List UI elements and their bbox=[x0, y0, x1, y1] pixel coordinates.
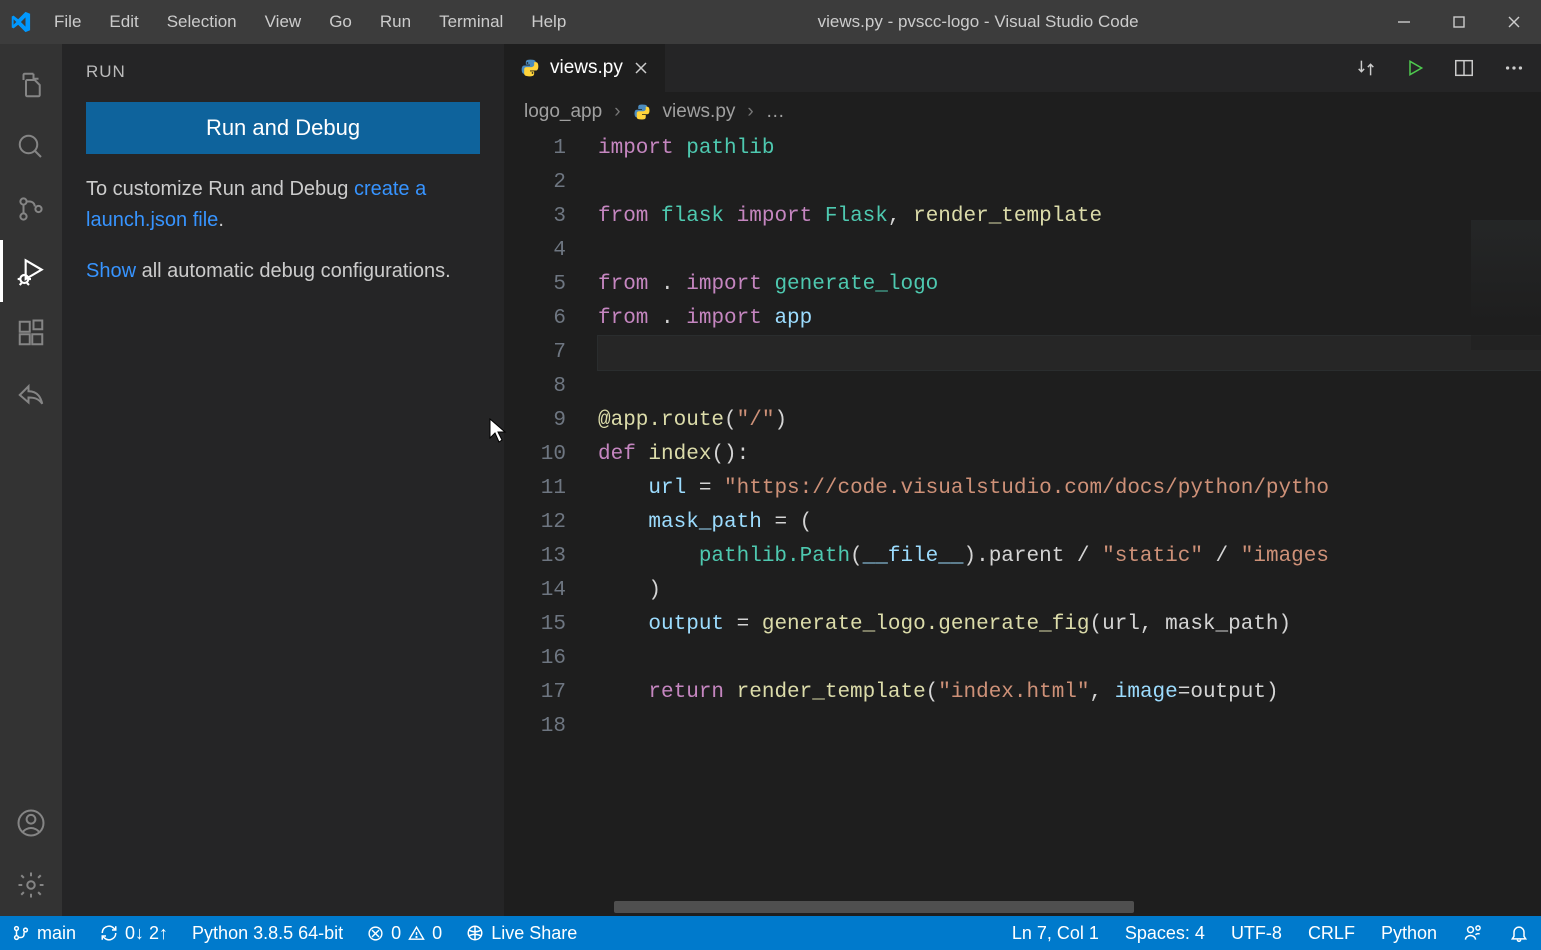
notifications-icon[interactable] bbox=[1509, 923, 1529, 943]
compare-changes-icon[interactable] bbox=[1355, 57, 1377, 79]
editor-actions bbox=[1355, 44, 1541, 92]
explorer-icon[interactable] bbox=[0, 54, 62, 116]
breadcrumbs[interactable]: logo_app › views.py › … bbox=[504, 92, 1541, 132]
tab-close-icon[interactable] bbox=[633, 60, 649, 76]
problems-status[interactable]: 0 0 bbox=[367, 923, 442, 944]
menu-bar: File Edit Selection View Go Run Terminal… bbox=[40, 12, 580, 32]
titlebar: File Edit Selection View Go Run Terminal… bbox=[0, 0, 1541, 44]
run-and-debug-button[interactable]: Run and Debug bbox=[86, 102, 480, 154]
code-editor[interactable]: 123456789101112131415161718 import pathl… bbox=[504, 132, 1541, 898]
chevron-right-icon: › bbox=[614, 101, 620, 123]
run-debug-icon[interactable] bbox=[0, 240, 62, 302]
show-configs-text: Show all automatic debug configurations. bbox=[86, 256, 480, 287]
breadcrumb-folder[interactable]: logo_app bbox=[524, 101, 602, 123]
minimize-button[interactable] bbox=[1376, 0, 1431, 44]
encoding[interactable]: UTF-8 bbox=[1231, 923, 1282, 944]
show-link[interactable]: Show bbox=[86, 260, 136, 282]
menu-view[interactable]: View bbox=[251, 12, 316, 32]
tab-bar: views.py bbox=[504, 44, 1541, 92]
close-button[interactable] bbox=[1486, 0, 1541, 44]
scrollbar-thumb[interactable] bbox=[614, 901, 1134, 913]
python-file-icon bbox=[633, 103, 651, 121]
panel-title: RUN bbox=[62, 44, 504, 92]
chevron-right-icon: › bbox=[747, 101, 753, 123]
search-icon[interactable] bbox=[0, 116, 62, 178]
menu-file[interactable]: File bbox=[40, 12, 95, 32]
breadcrumb-more[interactable]: … bbox=[766, 101, 785, 123]
menu-edit[interactable]: Edit bbox=[95, 12, 152, 32]
eol[interactable]: CRLF bbox=[1308, 923, 1355, 944]
breadcrumb-file[interactable]: views.py bbox=[663, 101, 736, 123]
minimap[interactable] bbox=[1471, 220, 1541, 350]
window-controls bbox=[1376, 0, 1541, 44]
git-branch[interactable]: main bbox=[12, 923, 76, 944]
customize-text: To customize Run and Debug create a laun… bbox=[86, 174, 480, 236]
code-content[interactable]: import pathlibfrom flask import Flask, r… bbox=[584, 132, 1541, 898]
indentation[interactable]: Spaces: 4 bbox=[1125, 923, 1205, 944]
sync-status[interactable]: 0↓ 2↑ bbox=[100, 923, 168, 944]
menu-selection[interactable]: Selection bbox=[153, 12, 251, 32]
horizontal-scrollbar[interactable] bbox=[504, 898, 1541, 916]
menu-help[interactable]: Help bbox=[517, 12, 580, 32]
window-title: views.py - pvscc-logo - Visual Studio Co… bbox=[580, 12, 1376, 32]
liveshare-status[interactable]: Live Share bbox=[466, 923, 577, 944]
settings-gear-icon[interactable] bbox=[0, 854, 62, 916]
extensions-icon[interactable] bbox=[0, 302, 62, 364]
vscode-logo-icon bbox=[0, 11, 40, 33]
run-file-icon[interactable] bbox=[1405, 58, 1425, 78]
more-actions-icon[interactable] bbox=[1503, 57, 1525, 79]
tab-views-py[interactable]: views.py bbox=[504, 44, 666, 92]
line-numbers: 123456789101112131415161718 bbox=[504, 132, 584, 898]
split-editor-icon[interactable] bbox=[1453, 57, 1475, 79]
menu-terminal[interactable]: Terminal bbox=[425, 12, 517, 32]
source-control-icon[interactable] bbox=[0, 178, 62, 240]
maximize-button[interactable] bbox=[1431, 0, 1486, 44]
tab-label: views.py bbox=[550, 57, 623, 79]
menu-run[interactable]: Run bbox=[366, 12, 425, 32]
python-file-icon bbox=[520, 58, 540, 78]
run-panel: RUN Run and Debug To customize Run and D… bbox=[62, 44, 504, 916]
activity-bar bbox=[0, 44, 62, 916]
cursor-position[interactable]: Ln 7, Col 1 bbox=[1012, 923, 1099, 944]
python-interpreter[interactable]: Python 3.8.5 64-bit bbox=[192, 923, 343, 944]
accounts-icon[interactable] bbox=[0, 792, 62, 854]
feedback-icon[interactable] bbox=[1463, 923, 1483, 943]
editor-group: views.py logo_app bbox=[504, 44, 1541, 916]
status-bar: main 0↓ 2↑ Python 3.8.5 64-bit 0 0 Live … bbox=[0, 916, 1541, 950]
menu-go[interactable]: Go bbox=[315, 12, 366, 32]
language-mode[interactable]: Python bbox=[1381, 923, 1437, 944]
liveshare-icon[interactable] bbox=[0, 364, 62, 426]
